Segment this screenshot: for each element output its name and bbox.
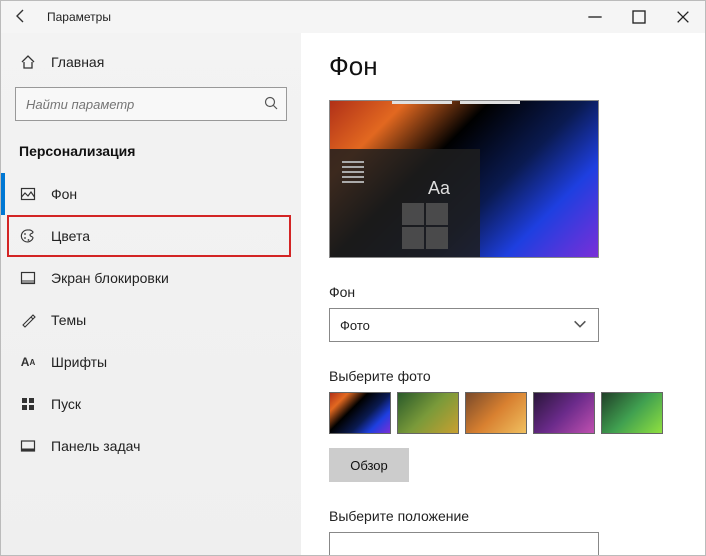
sidebar-item-label: Панель задач xyxy=(51,438,140,454)
section-title: Персонализация xyxy=(1,135,301,173)
sidebar-item-lockscreen[interactable]: Экран блокировки xyxy=(1,257,301,299)
maximize-icon xyxy=(631,9,647,25)
home-label: Главная xyxy=(51,54,104,70)
sidebar-item-label: Пуск xyxy=(51,396,81,412)
sidebar-item-background[interactable]: Фон xyxy=(1,173,301,215)
arrow-left-icon xyxy=(13,8,29,24)
minimize-icon xyxy=(587,9,603,25)
settings-window: Параметры Главная xyxy=(0,0,706,556)
sidebar-item-taskbar[interactable]: Панель задач xyxy=(1,425,301,467)
sidebar-item-colors[interactable]: Цвета xyxy=(7,215,291,257)
picture-icon xyxy=(19,185,37,203)
window-body: Главная Персонализация Фон xyxy=(1,33,705,555)
fonts-icon: AA xyxy=(19,353,37,371)
sidebar-item-label: Фон xyxy=(51,186,77,202)
photo-thumb-3[interactable] xyxy=(465,392,527,434)
sidebar-item-start[interactable]: Пуск xyxy=(1,383,301,425)
search-input[interactable] xyxy=(15,87,287,121)
sidebar-item-label: Шрифты xyxy=(51,354,107,370)
preview-sample-text: Aa xyxy=(428,178,450,199)
sidebar-item-themes[interactable]: Темы xyxy=(1,299,301,341)
position-label: Выберите положение xyxy=(329,508,677,524)
close-icon xyxy=(675,9,691,25)
back-button[interactable] xyxy=(1,8,41,27)
photo-thumb-2[interactable] xyxy=(397,392,459,434)
home-nav[interactable]: Главная xyxy=(1,43,301,81)
close-button[interactable] xyxy=(661,1,705,33)
sidebar-item-label: Цвета xyxy=(51,228,90,244)
sidebar-item-label: Темы xyxy=(51,312,86,328)
maximize-button[interactable] xyxy=(617,1,661,33)
chevron-down-icon xyxy=(572,316,588,335)
page-heading: Фон xyxy=(329,51,677,82)
themes-icon xyxy=(19,311,37,329)
taskbar-icon xyxy=(19,437,37,455)
lockscreen-icon xyxy=(19,269,37,287)
start-icon xyxy=(19,395,37,413)
background-type-select[interactable]: Фото xyxy=(329,308,599,342)
sidebar: Главная Персонализация Фон xyxy=(1,33,301,555)
select-value: Фото xyxy=(340,318,370,333)
preview-tiles xyxy=(402,203,448,249)
titlebar: Параметры xyxy=(1,1,705,33)
home-icon xyxy=(19,53,37,71)
palette-icon xyxy=(19,227,37,245)
background-preview: Aa xyxy=(329,100,599,258)
preview-window-frame xyxy=(392,101,452,104)
photo-thumb-1[interactable] xyxy=(329,392,391,434)
position-select[interactable] xyxy=(329,532,599,555)
choose-photo-label: Выберите фото xyxy=(329,368,677,384)
search-wrap xyxy=(15,87,287,121)
background-dropdown-label: Фон xyxy=(329,284,677,300)
content-panel: Фон Aa Фон Фото Выберите фото xyxy=(301,33,705,555)
sidebar-item-fonts[interactable]: AA Шрифты xyxy=(1,341,301,383)
preview-menu-lines xyxy=(342,161,364,183)
sidebar-item-label: Экран блокировки xyxy=(51,270,169,286)
photo-thumb-5[interactable] xyxy=(601,392,663,434)
search-icon xyxy=(263,95,279,114)
photo-thumb-4[interactable] xyxy=(533,392,595,434)
photo-thumbnails xyxy=(329,392,677,434)
browse-button[interactable]: Обзор xyxy=(329,448,409,482)
minimize-button[interactable] xyxy=(573,1,617,33)
window-title: Параметры xyxy=(41,10,111,24)
